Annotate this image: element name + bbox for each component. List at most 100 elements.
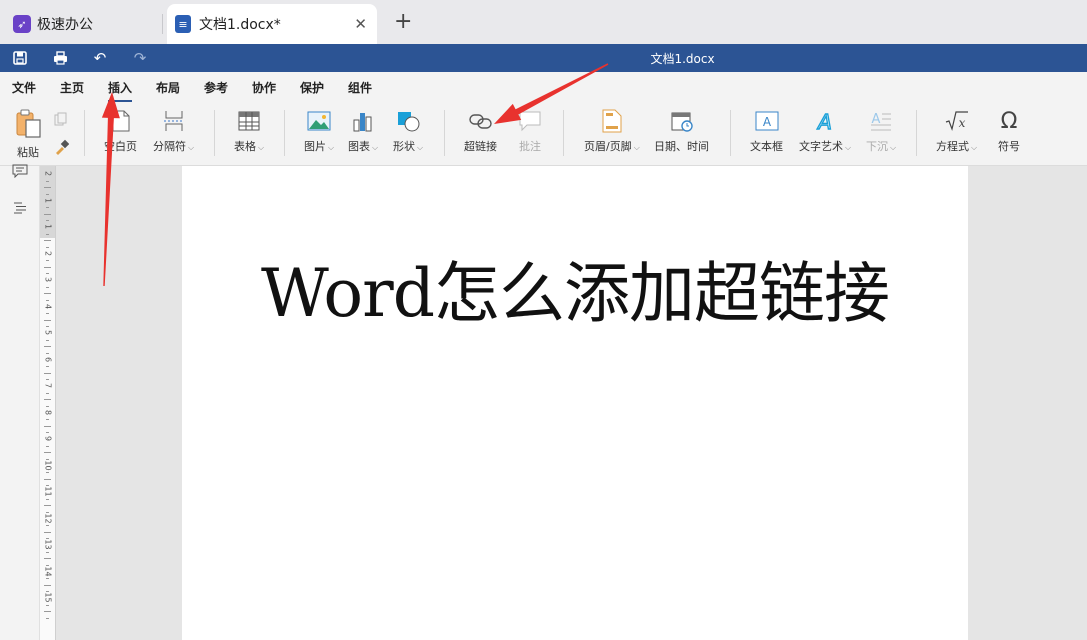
tab-app-label: 极速办公 [37,17,93,33]
menu-protect[interactable]: 保护 [300,79,324,96]
picture-button[interactable]: 图片 ⌵ [304,108,334,154]
ruler-number: 1 [43,223,53,230]
table-label: 表格 [234,140,256,153]
textbox-label: 文本框 [750,140,783,153]
menu-references[interactable]: 参考 [204,79,228,96]
paste-button[interactable]: 粘贴 [12,108,44,160]
ruler-tick [44,240,51,242]
tab-app-home[interactable]: ➶ 极速办公 [4,4,160,44]
chevron-down-icon: ⌵ [971,143,978,152]
menu-insert[interactable]: 插入 [108,79,133,102]
picture-icon [306,108,332,134]
blank-page-button[interactable]: 空白页 [104,108,137,154]
hyperlink-button[interactable]: 超链接 [464,108,497,154]
copy-icon[interactable] [52,110,70,128]
chevron-down-icon: ⌵ [633,143,640,152]
ribbon-insert: 粘贴 空白页 分隔符 ⌵ 表格 ⌵ 图片 ⌵ 图表 ⌵ 形状 ⌵ 超链接 批注 … [0,102,1087,166]
ruler-tick [44,478,51,480]
ruler-tick [44,558,51,560]
ribbon-divider [214,110,215,156]
date-time-label: 日期、时间 [654,140,709,153]
shape-button[interactable]: 形状 ⌵ [393,108,423,154]
ruler-number: 10 [43,459,53,471]
ruler-tick [44,505,51,507]
tab-document[interactable]: ≡ 文档1.docx* ✕ [167,4,377,44]
comment-button[interactable]: 批注 [517,108,543,154]
ruler-tick [44,584,51,586]
shape-label: 形状 [393,140,415,153]
chevron-down-icon: ⌵ [845,143,852,152]
chevron-down-icon: ⌵ [258,143,265,152]
menu-plugins[interactable]: 组件 [348,79,372,96]
svg-text:x: x [958,116,965,130]
ruler-tick [46,604,49,606]
paste-icon [12,108,44,140]
chevron-down-icon: ⌵ [328,143,335,152]
navigation-icon[interactable] [11,199,29,217]
format-painter-icon[interactable] [52,138,70,156]
wordart-label: 文字艺术 [799,140,843,153]
menu-bar: 文件 主页 插入 布局 参考 协作 保护 组件 [0,72,1087,102]
close-icon[interactable]: ✕ [354,15,367,33]
tab-document-label: 文档1.docx* [199,17,281,33]
ruler-tick [46,233,49,235]
chart-label: 图表 [348,140,370,153]
wordart-button[interactable]: A 文字艺术 ⌵ [799,108,851,154]
ribbon-divider [284,110,285,156]
vertical-ruler[interactable]: 2 1 1 2 3 4 5 6 7 8 9 10 11 12 13 14 15 [40,166,56,640]
svg-text:A: A [762,115,771,129]
ruler-number: 15 [43,592,53,603]
new-tab-button[interactable]: + [394,9,412,34]
dropcap-label: 下沉 [866,140,888,153]
menu-file[interactable]: 文件 [12,79,36,96]
comment-icon [517,108,543,134]
ruler-number: 2 [43,170,53,177]
ruler-tick [46,339,49,341]
chart-button[interactable]: 图表 ⌵ [348,108,378,154]
document-page[interactable]: Word怎么添加超链接 [182,166,968,640]
menu-home[interactable]: 主页 [60,79,84,96]
ruler-tick [46,617,49,619]
ruler-tick [46,313,49,315]
ruler-tick [46,207,49,209]
ruler-tick [44,187,51,189]
menu-collaborate[interactable]: 协作 [252,79,276,96]
table-icon [236,108,262,134]
ribbon-divider [444,110,445,156]
blank-page-label: 空白页 [104,140,137,153]
textbox-button[interactable]: A 文本框 [750,108,783,154]
equation-label: 方程式 [936,140,969,153]
ruler-tick [44,213,51,215]
ruler-number: 9 [43,435,53,442]
calendar-icon [669,108,695,134]
date-time-button[interactable]: 日期、时间 [654,108,709,154]
ruler-tick [46,498,49,500]
dropcap-button[interactable]: A 下沉 ⌵ [866,108,896,154]
comments-icon[interactable] [11,162,29,180]
ruler-tick [44,319,51,321]
shape-icon [395,108,421,134]
document-workspace: Word怎么添加超链接 [56,166,1087,640]
ruler-number: 7 [43,382,53,389]
header-footer-label: 页眉/页脚 [584,140,632,153]
menu-layout[interactable]: 布局 [156,79,180,96]
equation-icon: x [944,108,970,134]
ruler-number: 4 [43,303,53,309]
ruler-tick [46,419,49,421]
chevron-down-icon: ⌵ [188,143,195,152]
equation-button[interactable]: x 方程式 ⌵ [936,108,977,154]
hyperlink-label: 超链接 [464,140,497,153]
header-footer-button[interactable]: 页眉/页脚 ⌵ [584,108,640,154]
ruler-number: 13 [43,539,53,550]
separator-button[interactable]: 分隔符 ⌵ [153,108,194,154]
separator-label: 分隔符 [153,140,186,153]
app-window: ➶ 极速办公 ≡ 文档1.docx* ✕ + ↶ ↷ 文档1.docx 文件 主… [0,0,1087,640]
rocket-icon: ➶ [13,15,31,33]
document-title: 文档1.docx [650,52,715,66]
ruler-tick [44,266,51,268]
document-heading[interactable]: Word怎么添加超链接 [182,240,968,336]
ruler-tick [46,260,49,262]
document-icon: ≡ [175,15,191,33]
table-button[interactable]: 表格 ⌵ [234,108,264,154]
symbol-button[interactable]: Ω 符号 [996,108,1022,154]
